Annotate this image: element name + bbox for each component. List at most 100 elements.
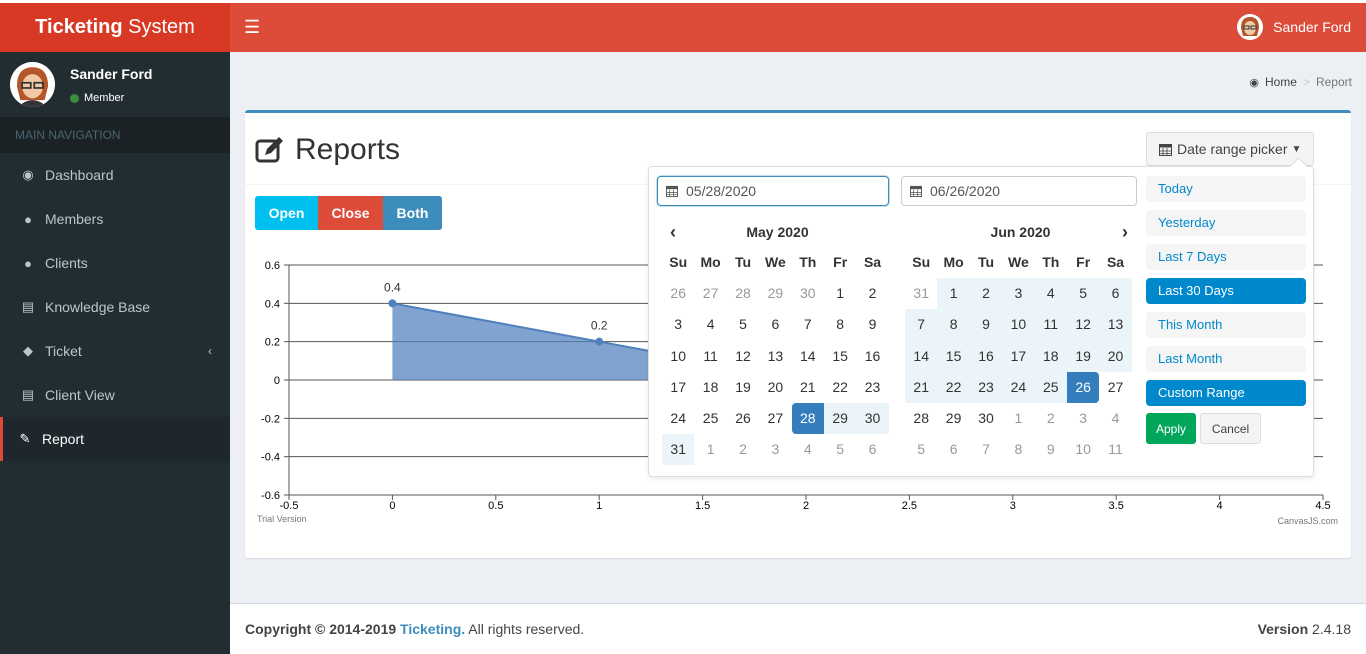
calendar-day[interactable]: 8 <box>937 309 970 341</box>
calendar-day[interactable]: 4 <box>1099 403 1131 434</box>
calendar-day[interactable]: 1 <box>937 278 970 310</box>
calendar-day[interactable]: 30 <box>856 402 889 435</box>
chevron-left-icon[interactable]: ‹ <box>208 344 212 358</box>
calendar-day[interactable]: 3 <box>1067 403 1099 434</box>
range-option[interactable]: Last 7 Days <box>1146 244 1306 270</box>
brand-logo[interactable]: Ticketing System <box>0 3 230 52</box>
calendar-day[interactable]: 4 <box>694 309 726 340</box>
calendar-day[interactable]: 22 <box>937 371 970 403</box>
calendar-day[interactable]: 14 <box>905 340 938 372</box>
calendar-day[interactable]: 3 <box>1002 278 1035 310</box>
calendar-day[interactable]: 10 <box>1067 434 1099 465</box>
calendar-day[interactable]: 15 <box>937 340 970 372</box>
calendar-day[interactable]: 30 <box>792 278 824 309</box>
calendar-day[interactable]: 3 <box>662 309 694 340</box>
company-link[interactable]: Ticketing. <box>400 621 465 637</box>
calendar-day[interactable]: 13 <box>759 341 791 372</box>
calendar-day[interactable]: 2 <box>727 434 759 465</box>
calendar-day[interactable]: 12 <box>1066 309 1100 341</box>
calendar-day[interactable]: 5 <box>824 434 856 465</box>
calendar-day[interactable]: 24 <box>662 403 694 434</box>
calendar-day[interactable]: 1 <box>694 434 726 465</box>
calendar-day[interactable]: 11 <box>1034 309 1067 341</box>
calendar-day[interactable]: 18 <box>694 372 726 403</box>
range-option[interactable]: This Month <box>1146 312 1306 338</box>
cancel-button[interactable]: Cancel <box>1200 413 1261 444</box>
calendar-day[interactable]: 21 <box>792 372 824 403</box>
sidebar-item-knowledge-base[interactable]: ▤ Knowledge Base <box>0 285 230 329</box>
user-menu[interactable]: Sander Ford <box>1237 14 1351 40</box>
calendar-day[interactable]: 15 <box>824 341 856 372</box>
calendar-day[interactable]: 25 <box>1034 371 1067 403</box>
close-button[interactable]: Close <box>318 196 383 230</box>
calendar-day[interactable]: 9 <box>969 309 1003 341</box>
calendar-day[interactable]: 6 <box>1099 278 1132 310</box>
next-month-icon[interactable]: › <box>1122 217 1128 247</box>
calendar-day[interactable]: 7 <box>970 434 1002 465</box>
calendar-day[interactable]: 17 <box>1002 340 1035 372</box>
calendar-day[interactable]: 18 <box>1034 340 1067 372</box>
apply-button[interactable]: Apply <box>1146 413 1196 444</box>
calendar-day[interactable]: 8 <box>1002 434 1034 465</box>
calendar-day[interactable]: 2 <box>856 278 888 309</box>
calendar-day[interactable]: 27 <box>1099 372 1131 403</box>
calendar-day[interactable]: 10 <box>662 341 694 372</box>
calendar-day[interactable]: 6 <box>856 434 888 465</box>
calendar-day[interactable]: 31 <box>905 278 937 309</box>
range-option[interactable]: Today <box>1146 176 1306 202</box>
calendar-day[interactable]: 28 <box>791 402 824 435</box>
sidebar-item-clients[interactable]: ● Clients <box>0 241 230 285</box>
calendar-day[interactable]: 24 <box>1002 371 1035 403</box>
sidebar-toggle-icon[interactable]: ☰ <box>244 17 260 37</box>
open-button[interactable]: Open <box>255 196 318 230</box>
start-date-input[interactable]: 05/28/2020 <box>657 176 889 206</box>
calendar-day[interactable]: 4 <box>792 434 824 465</box>
calendar-day[interactable]: 20 <box>1099 340 1132 372</box>
calendar-day[interactable]: 14 <box>792 341 824 372</box>
end-date-input[interactable]: 06/26/2020 <box>901 176 1137 206</box>
calendar-day[interactable]: 11 <box>1099 434 1131 465</box>
calendar-day[interactable]: 25 <box>694 403 726 434</box>
calendar-day[interactable]: 13 <box>1099 309 1132 341</box>
calendar-day[interactable]: 26 <box>727 403 759 434</box>
calendar-day[interactable]: 28 <box>905 403 937 434</box>
range-option[interactable]: Custom Range <box>1146 380 1306 406</box>
calendar-day[interactable]: 27 <box>694 278 726 309</box>
calendar-day[interactable]: 6 <box>937 434 969 465</box>
calendar-day[interactable]: 9 <box>856 309 888 340</box>
calendar-day[interactable]: 19 <box>1066 340 1100 372</box>
calendar-day[interactable]: 17 <box>662 372 694 403</box>
calendar-day[interactable]: 29 <box>823 402 857 435</box>
calendar-day[interactable]: 20 <box>759 372 791 403</box>
calendar-day[interactable]: 29 <box>759 278 791 309</box>
calendar-day[interactable]: 9 <box>1035 434 1067 465</box>
both-button[interactable]: Both <box>383 196 442 230</box>
calendar-day[interactable]: 29 <box>937 403 969 434</box>
calendar-day[interactable]: 11 <box>694 341 726 372</box>
breadcrumb-home[interactable]: Home <box>1265 75 1297 89</box>
calendar-day[interactable]: 2 <box>969 278 1003 310</box>
calendar-day[interactable]: 8 <box>824 309 856 340</box>
sidebar-item-members[interactable]: ● Members <box>0 197 230 241</box>
range-option[interactable]: Yesterday <box>1146 210 1306 236</box>
calendar-day[interactable]: 1 <box>824 278 856 309</box>
sidebar-item-dashboard[interactable]: ◉ Dashboard <box>0 153 230 197</box>
calendar-day[interactable]: 23 <box>856 372 888 403</box>
sidebar-item-client-view[interactable]: ▤ Client View <box>0 373 230 417</box>
calendar-day[interactable]: 7 <box>792 309 824 340</box>
calendar-day[interactable]: 2 <box>1035 403 1067 434</box>
calendar-day[interactable]: 4 <box>1034 278 1067 310</box>
calendar-day[interactable]: 16 <box>969 340 1003 372</box>
calendar-day[interactable]: 27 <box>759 403 791 434</box>
calendar-day[interactable]: 28 <box>727 278 759 309</box>
calendar-day[interactable]: 16 <box>856 341 888 372</box>
sidebar-item-ticket[interactable]: ◆ Ticket ‹ <box>0 329 230 373</box>
calendar-day[interactable]: 26 <box>1066 371 1100 403</box>
calendar-day[interactable]: 30 <box>970 403 1002 434</box>
calendar-day[interactable]: 26 <box>662 278 694 309</box>
calendar-day[interactable]: 5 <box>1066 278 1100 310</box>
calendar-day[interactable]: 23 <box>969 371 1003 403</box>
calendar-day[interactable]: 19 <box>727 372 759 403</box>
range-option[interactable]: Last Month <box>1146 346 1306 372</box>
range-option[interactable]: Last 30 Days <box>1146 278 1306 304</box>
